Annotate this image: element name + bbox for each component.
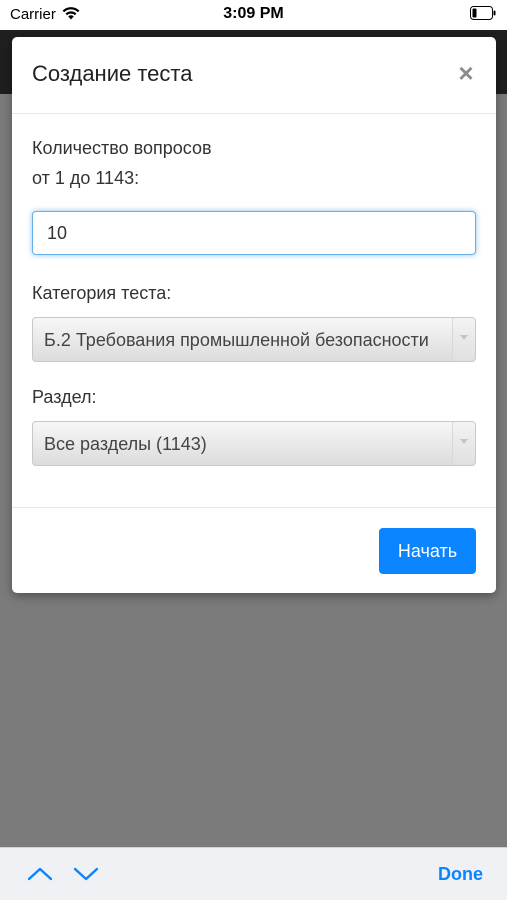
keyboard-toolbar: Done [0,847,507,900]
section-label: Раздел: [32,387,97,407]
category-selected-value: Б.2 Требования промышленной безопасности [44,330,429,350]
dialog-footer-divider [12,507,496,508]
dialog-header: Создание теста × [12,37,496,114]
chevron-down-icon [460,439,468,444]
chevron-down-icon [460,335,468,340]
battery-icon [470,6,496,20]
question-count-input[interactable] [32,211,476,255]
section-select[interactable]: Все разделы (1143) [32,421,476,466]
done-button[interactable]: Done [438,864,483,885]
section-dropdown-toggle[interactable] [452,422,475,465]
category-select[interactable]: Б.2 Требования промышленной безопасности [32,317,476,362]
question-count-label-line2: от 1 до 1143: [32,168,140,188]
clock: 3:09 PM [223,5,284,22]
category-dropdown-toggle[interactable] [452,318,475,361]
status-bar: Carrier 3:09 PM [0,0,507,30]
category-label: Категория теста: [32,283,172,303]
dialog-title: Создание теста [32,61,193,86]
start-button[interactable]: Начать [379,528,476,574]
chevron-up-icon[interactable] [26,862,54,886]
section-selected-value: Все разделы (1143) [44,434,207,454]
question-count-label-line1: Количество вопросов [32,138,212,158]
create-test-dialog: Создание теста × Количество вопросов от … [12,37,496,593]
close-button[interactable]: × [452,59,480,87]
chevron-down-icon[interactable] [72,862,100,886]
